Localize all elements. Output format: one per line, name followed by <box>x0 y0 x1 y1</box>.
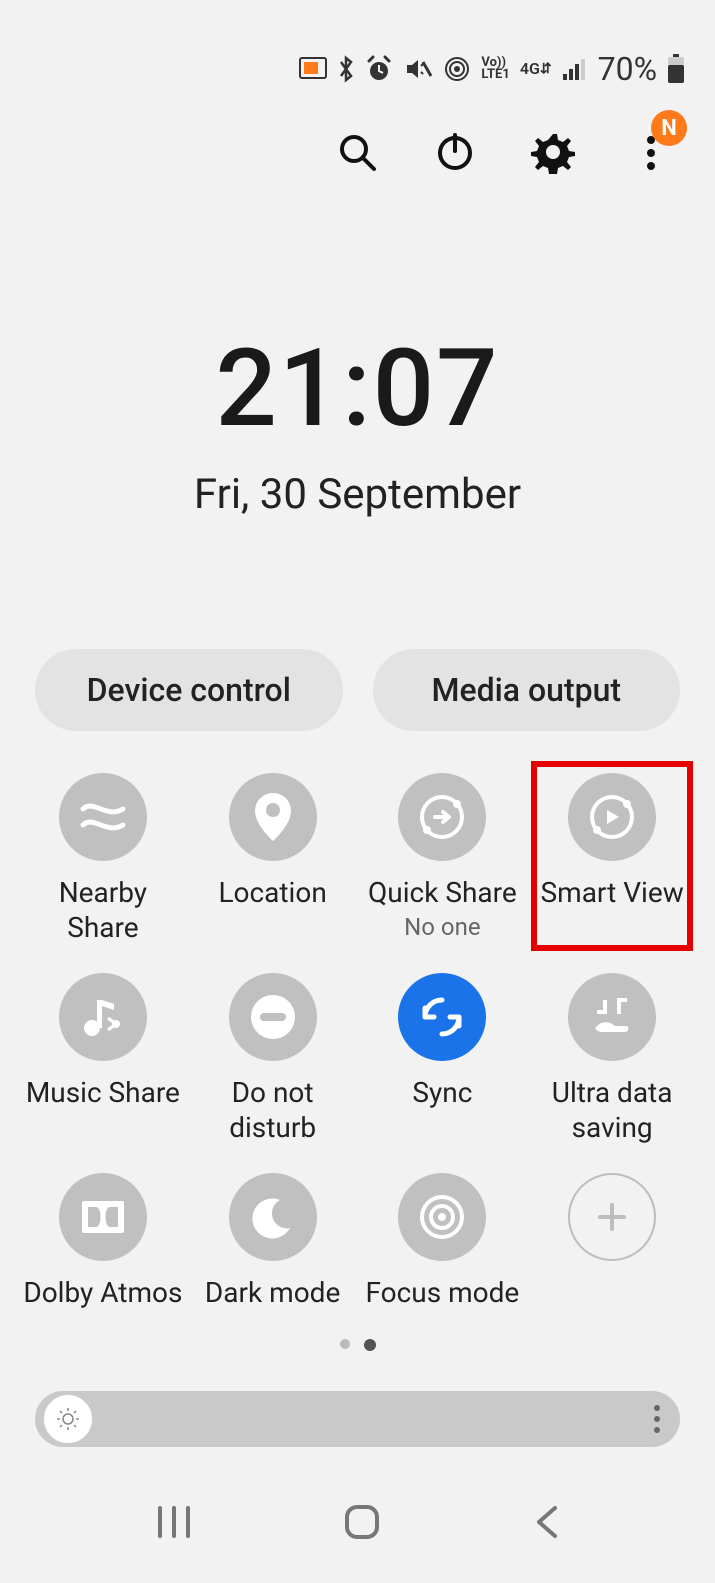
tile-label: Dolby Atmos <box>23 1275 182 1311</box>
tile-ultra-data-saving[interactable]: Ultra data saving <box>527 961 697 1151</box>
tile-focus-mode[interactable]: Focus mode <box>358 1161 528 1317</box>
brightness-more-icon[interactable] <box>654 1405 660 1433</box>
page-dot <box>340 1339 350 1349</box>
tile-label: Focus mode <box>365 1275 519 1311</box>
settings-button[interactable] <box>529 128 577 176</box>
status-bar: Vo))LTE1 4G⇵ 70% <box>0 0 715 98</box>
sync-icon <box>398 973 486 1061</box>
smart-view-icon <box>568 773 656 861</box>
music-share-icon <box>59 973 147 1061</box>
target-icon <box>398 1173 486 1261</box>
tile-label: Ultra data saving <box>531 1075 693 1145</box>
search-button[interactable] <box>333 128 381 176</box>
power-icon <box>434 131 476 173</box>
tile-add[interactable] <box>527 1161 697 1317</box>
location-pin-icon <box>229 773 317 861</box>
tile-sublabel: No one <box>404 913 480 941</box>
nearby-share-icon <box>59 773 147 861</box>
tile-label: Dark mode <box>205 1275 340 1311</box>
tile-sync[interactable]: Sync <box>358 961 528 1151</box>
clock-time: 21:07 <box>0 326 715 452</box>
page-dot-active <box>364 1339 376 1351</box>
tile-dark-mode[interactable]: Dark mode <box>188 1161 358 1317</box>
notification-badge: N <box>651 110 687 146</box>
search-icon <box>336 131 378 173</box>
brightness-thumb[interactable] <box>43 1394 93 1444</box>
signal-icon <box>562 57 588 81</box>
vibrate-mute-icon <box>403 56 433 82</box>
tile-dolby-atmos[interactable]: Dolby Atmos <box>18 1161 188 1317</box>
navigation-bar <box>0 1501 715 1543</box>
network-4g-icon: 4G⇵ <box>520 62 552 76</box>
more-button[interactable]: N <box>627 128 675 176</box>
hotspot-icon <box>443 55 471 83</box>
pill-row: Device control Media output <box>0 649 715 731</box>
tile-label: Music Share <box>26 1075 180 1111</box>
moon-icon <box>229 1173 317 1261</box>
tile-nearby-share[interactable]: Nearby Share <box>18 761 188 951</box>
sun-icon <box>56 1407 80 1431</box>
tile-quick-share[interactable]: Quick Share No one <box>358 761 528 951</box>
tile-location[interactable]: Location <box>188 761 358 951</box>
plus-icon <box>568 1173 656 1261</box>
do-not-disturb-icon <box>229 973 317 1061</box>
tile-music-share[interactable]: Music Share <box>18 961 188 1151</box>
clock-area: 21:07 Fri, 30 September <box>0 326 715 519</box>
tile-label: Location <box>218 875 326 911</box>
recents-button[interactable] <box>154 1504 194 1540</box>
volte-icon: Vo))LTE1 <box>481 57 509 82</box>
tile-do-not-disturb[interactable]: Do not disturb <box>188 961 358 1151</box>
alarm-icon <box>365 55 393 83</box>
bluetooth-icon <box>337 55 355 83</box>
ultra-data-saving-icon <box>568 973 656 1061</box>
tile-label: Sync <box>412 1075 472 1111</box>
back-button[interactable] <box>531 1502 561 1542</box>
device-control-button[interactable]: Device control <box>35 649 343 731</box>
quick-settings-grid: Nearby Share Location Quick Share No one… <box>0 731 715 1317</box>
back-icon <box>531 1502 561 1542</box>
tile-label: Nearby Share <box>22 875 184 945</box>
clock-date: Fri, 30 September <box>0 470 715 519</box>
home-icon <box>341 1501 383 1543</box>
power-button[interactable] <box>431 128 479 176</box>
media-output-button[interactable]: Media output <box>373 649 681 731</box>
battery-icon <box>667 54 685 84</box>
cast-active-icon <box>299 57 327 81</box>
recents-icon <box>154 1504 194 1540</box>
tile-label: Smart View <box>541 875 684 911</box>
tile-label: Quick Share <box>368 875 517 911</box>
brightness-slider[interactable] <box>35 1391 680 1447</box>
dolby-icon <box>59 1173 147 1261</box>
quick-share-icon <box>398 773 486 861</box>
panel-actions: N <box>0 98 715 176</box>
home-button[interactable] <box>341 1501 383 1543</box>
tile-smart-view[interactable]: Smart View <box>527 761 697 951</box>
page-indicator <box>0 1339 715 1351</box>
gear-icon <box>531 130 575 174</box>
battery-percent: 70% <box>598 50 657 88</box>
tile-label: Do not disturb <box>192 1075 354 1145</box>
